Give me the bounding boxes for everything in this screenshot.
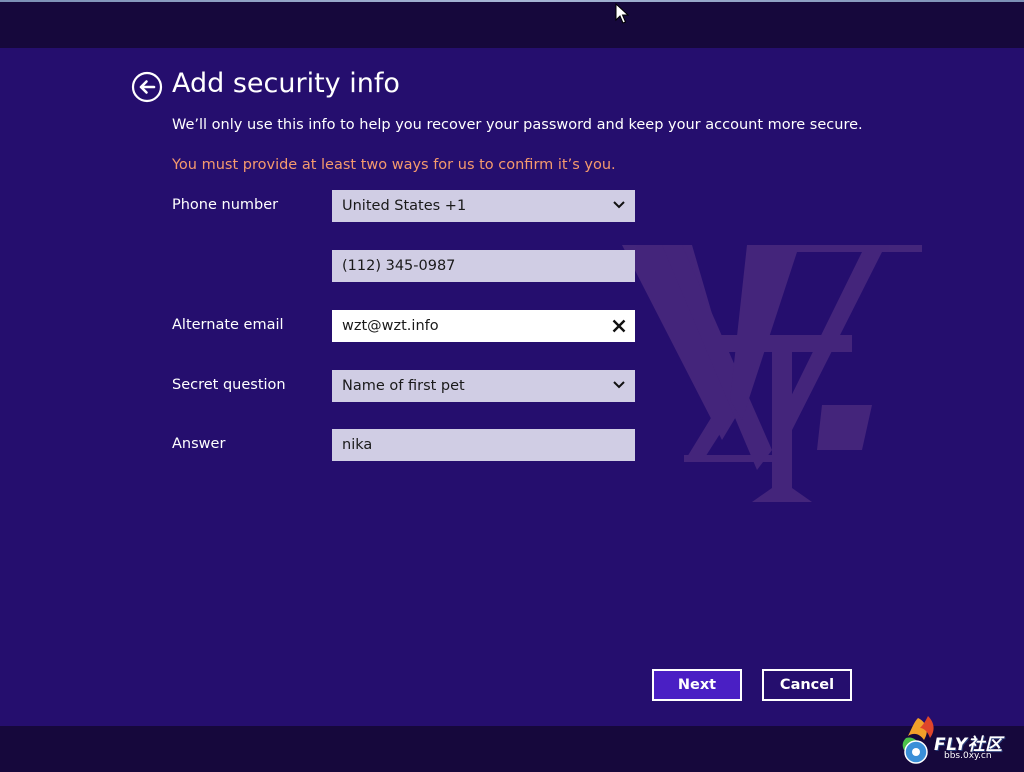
- mouse-cursor-icon: [615, 3, 629, 24]
- back-arrow-icon[interactable]: [131, 71, 163, 103]
- warning-message: You must provide at least two ways for u…: [172, 157, 616, 173]
- top-bar: [0, 0, 1024, 48]
- site-logo-url: bbs.0xy.cn: [944, 751, 992, 761]
- answer-label: Answer: [172, 436, 226, 452]
- chevron-down-icon: [613, 201, 625, 209]
- country-code-dropdown[interactable]: United States +1: [332, 190, 635, 222]
- country-code-value: United States +1: [342, 198, 467, 214]
- phone-number-label: Phone number: [172, 197, 279, 213]
- answer-input[interactable]: nika: [332, 429, 635, 461]
- alternate-email-input[interactable]: wzt@wzt.info: [332, 310, 635, 342]
- answer-value: nika: [342, 437, 373, 453]
- next-button[interactable]: Next: [652, 669, 742, 701]
- secret-question-label: Secret question: [172, 377, 286, 393]
- phone-number-input[interactable]: (112) 345-0987: [332, 250, 635, 282]
- page-title: Add security info: [172, 68, 400, 99]
- top-edge-highlight: [0, 0, 1024, 2]
- secret-question-value: Name of first pet: [342, 378, 465, 394]
- chevron-down-icon: [613, 381, 625, 389]
- secret-question-dropdown[interactable]: Name of first pet: [332, 370, 635, 402]
- site-logo: FLY社区 bbs.0xy.cn: [896, 712, 1020, 768]
- page-subtitle: We’ll only use this info to help you rec…: [172, 117, 863, 133]
- phone-number-value: (112) 345-0987: [342, 258, 456, 274]
- bottom-bar: [0, 726, 1024, 772]
- cancel-button[interactable]: Cancel: [762, 669, 852, 701]
- wzt-monogram-icon: [622, 245, 922, 502]
- alternate-email-value: wzt@wzt.info: [342, 318, 439, 334]
- close-icon[interactable]: [611, 318, 627, 334]
- alternate-email-label: Alternate email: [172, 317, 284, 333]
